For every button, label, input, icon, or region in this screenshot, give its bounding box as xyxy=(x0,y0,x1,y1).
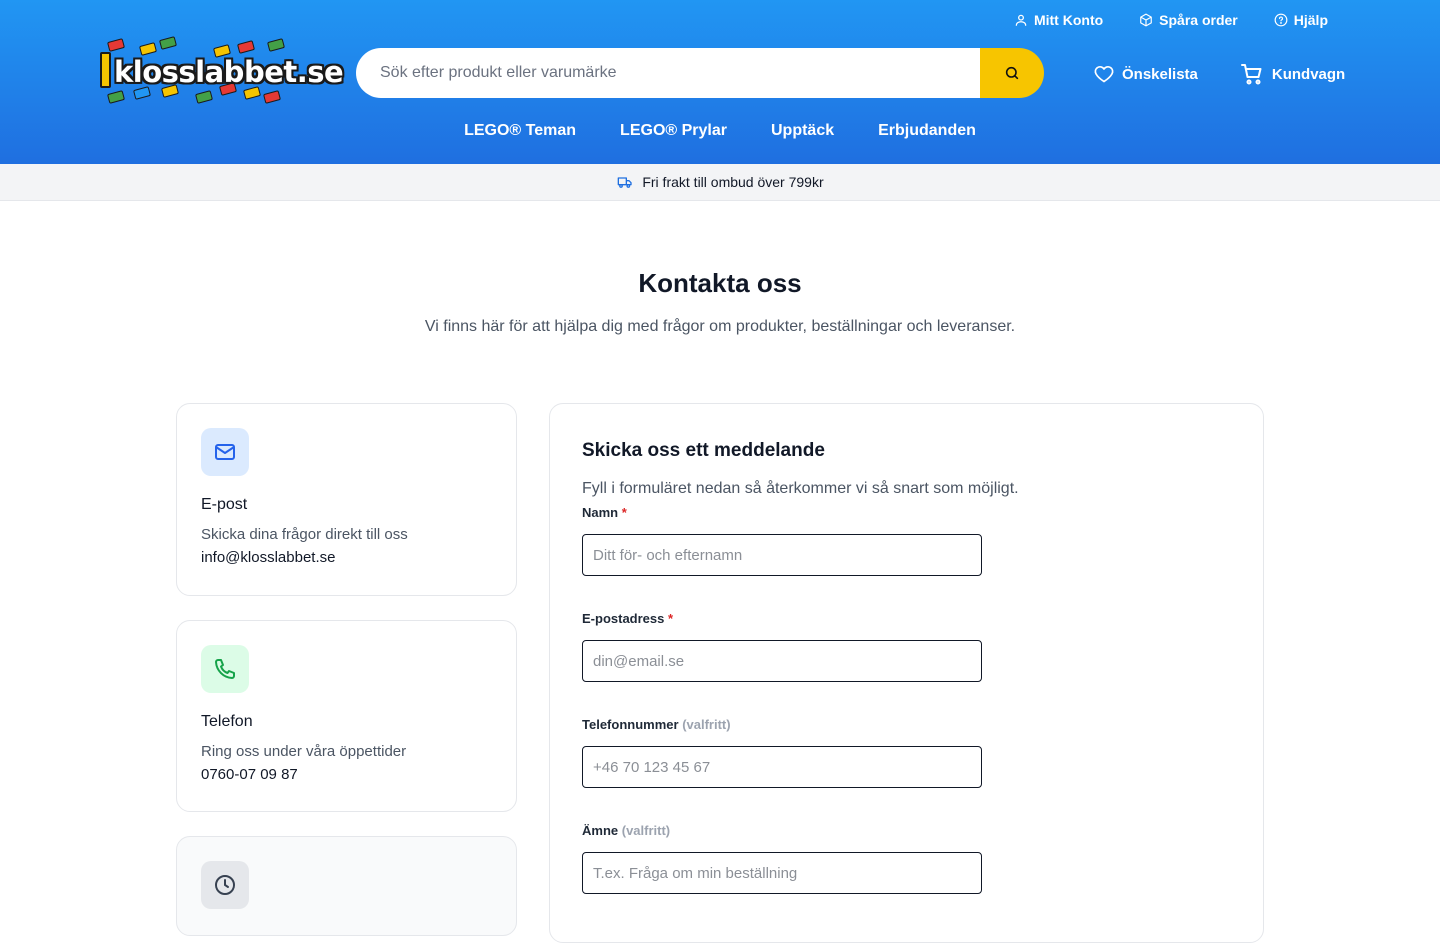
track-order-link[interactable]: Spåra order xyxy=(1139,10,1238,30)
email-address-link[interactable]: info@klosslabbet.se xyxy=(201,549,492,566)
my-account-label: Mitt Konto xyxy=(1033,12,1104,28)
nav-lego-gadgets[interactable]: LEGO® Prylar xyxy=(620,122,727,140)
main-navigation: LEGO® Teman LEGO® Prylar Upptäck Erbjuda… xyxy=(0,122,1440,140)
phone-icon xyxy=(215,659,235,679)
track-order-label: Spåra order xyxy=(1159,12,1238,28)
form-description: Fyll i formuläret nedan så återkommer vi… xyxy=(582,480,1019,497)
help-icon xyxy=(1274,13,1288,27)
page-title: Kontakta oss xyxy=(638,268,802,298)
contact-form: Skicka oss ett meddelande Fyll i formulä… xyxy=(549,403,1264,943)
wishlist-label: Önskelista xyxy=(1122,65,1198,83)
clock-icon-box xyxy=(201,861,249,909)
email-input[interactable] xyxy=(582,640,982,682)
phone-card-title: Telefon xyxy=(201,713,253,730)
search-icon xyxy=(1005,66,1019,80)
phone-contact-card: Telefon Ring oss under våra öppettider 0… xyxy=(176,620,517,812)
truck-icon xyxy=(618,177,633,188)
user-icon xyxy=(1015,14,1027,26)
cart-icon xyxy=(1240,64,1262,85)
phone-icon-box xyxy=(201,645,249,693)
cart-label: Kundvagn xyxy=(1271,65,1346,83)
email-card-desc: Skicka dina frågor direkt till oss xyxy=(201,526,408,543)
search-bar xyxy=(356,48,1044,98)
name-field-group: Namn * xyxy=(582,504,982,576)
form-title: Skicka oss ett meddelande xyxy=(582,440,825,461)
search-button[interactable] xyxy=(980,48,1044,98)
user-actions: Önskelista Kundvagn xyxy=(1094,62,1345,86)
email-contact-card: E-post Skicka dina frågor direkt till os… xyxy=(176,403,517,596)
optional-marker: (valfritt) xyxy=(682,717,731,732)
search-input[interactable] xyxy=(356,48,980,98)
optional-marker: (valfritt) xyxy=(621,823,671,838)
help-link[interactable]: Hjälp xyxy=(1274,10,1328,30)
nav-offers[interactable]: Erbjudanden xyxy=(878,122,976,140)
top-utility-links: Mitt Konto Spåra order Hjälp xyxy=(1014,10,1328,30)
page-subtitle: Vi finns här för att hjälpa dig med fråg… xyxy=(424,318,1016,335)
nav-lego-themes[interactable]: LEGO® Teman xyxy=(464,122,576,140)
subject-label: Ämne (valfritt) xyxy=(582,823,671,838)
wishlist-button[interactable]: Önskelista xyxy=(1094,62,1198,86)
box-icon xyxy=(1140,13,1153,27)
shipping-banner: Fri frakt till ombud över 799kr xyxy=(0,164,1440,201)
my-account-link[interactable]: Mitt Konto xyxy=(1014,10,1103,30)
phone-number-link[interactable]: 0760-07 09 87 xyxy=(201,766,492,783)
name-input[interactable] xyxy=(582,534,982,576)
hours-contact-card xyxy=(176,836,517,936)
phone-card-desc: Ring oss under våra öppettider xyxy=(201,743,407,760)
email-card-title: E-post xyxy=(201,496,248,513)
email-label: E-postadress * xyxy=(582,611,674,626)
subject-field-group: Ämne (valfritt) xyxy=(582,822,982,894)
heart-icon xyxy=(1094,65,1114,83)
clock-icon xyxy=(215,875,235,895)
phone-field-group: Telefonnummer (valfritt) xyxy=(582,716,982,788)
mail-icon xyxy=(215,444,235,460)
logo-text: klosslabbet.se xyxy=(114,55,344,89)
shipping-banner-text: Fri frakt till ombud över 799kr xyxy=(642,174,824,190)
phone-input[interactable] xyxy=(582,746,982,788)
site-header: klosslabbet.se Mitt Konto Spåra order Hj… xyxy=(0,0,1440,164)
site-logo[interactable]: klosslabbet.se xyxy=(98,36,344,106)
subject-input[interactable] xyxy=(582,852,982,894)
required-marker: * xyxy=(621,505,627,520)
nav-discover[interactable]: Upptäck xyxy=(771,122,834,140)
cart-button[interactable]: Kundvagn xyxy=(1240,62,1345,86)
required-marker: * xyxy=(668,611,674,626)
phone-label: Telefonnummer (valfritt) xyxy=(582,717,731,732)
email-field-group: E-postadress * xyxy=(582,610,982,682)
name-label: Namn * xyxy=(582,505,627,520)
email-icon-box xyxy=(201,428,249,476)
help-label: Hjälp xyxy=(1293,12,1328,28)
